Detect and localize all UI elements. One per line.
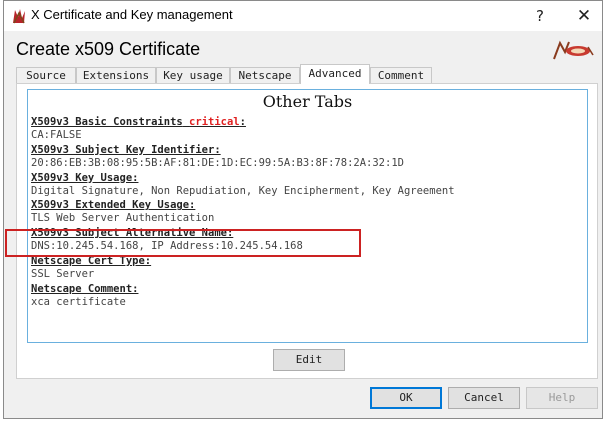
cancel-button[interactable]: Cancel: [448, 387, 520, 409]
help-button[interactable]: Help: [526, 387, 598, 409]
section-value-subject-key-identifier: 20:86:EB:3B:08:95:5B:AF:81:DE:1D:EC:99:5…: [31, 156, 404, 169]
certificate-app-icon: [13, 9, 25, 24]
xca-brand-logo-icon: [553, 40, 594, 60]
section-title-netscape-cert-type: Netscape Cert Type:: [31, 254, 152, 267]
help-title-button[interactable]: ?: [518, 1, 562, 31]
section-value-basic-constraints: CA:FALSE: [31, 129, 82, 141]
section-value-subject-alt-name: DNS:10.245.54.168, IP Address:10.245.54.…: [31, 240, 303, 253]
section-value-netscape-cert-type: SSL Server: [31, 267, 95, 280]
tab-key-usage[interactable]: Key usage: [156, 67, 230, 83]
advanced-tab-panel: Other Tabs X509v3 Basic Constraints crit…: [16, 83, 598, 379]
tab-netscape[interactable]: Netscape: [230, 67, 300, 83]
tab-source[interactable]: Source: [16, 67, 76, 83]
critical-label: critical: [189, 116, 240, 128]
section-title-extended-key-usage: X509v3 Extended Key Usage:: [31, 199, 196, 212]
tab-advanced[interactable]: Advanced: [300, 64, 370, 84]
close-title-button[interactable]: ✕: [562, 1, 606, 31]
edit-button[interactable]: Edit: [273, 349, 345, 371]
title-bar[interactable]: X Certificate and Key management ? ✕: [4, 1, 602, 31]
dialog-title: Create x509 Certificate: [16, 39, 201, 59]
window-title: X Certificate and Key management: [31, 7, 233, 22]
section-title-basic-constraints: X509v3 Basic Constraints critical:: [31, 116, 246, 128]
tab-comment[interactable]: Comment: [370, 67, 432, 83]
content-heading: Other Tabs: [262, 92, 353, 111]
ok-button[interactable]: OK: [370, 387, 442, 409]
section-title-netscape-comment: Netscape Comment:: [31, 282, 139, 295]
section-title-key-usage: X509v3 Key Usage:: [31, 171, 139, 184]
section-value-extended-key-usage: TLS Web Server Authentication: [31, 212, 215, 225]
dialog-window: X Certificate and Key management ? ✕ Cre…: [3, 0, 603, 419]
section-title-subject-alt-name: X509v3 Subject Alternative Name:: [31, 227, 234, 240]
section-title-subject-key-identifier: X509v3 Subject Key Identifier:: [31, 143, 221, 156]
tab-extensions[interactable]: Extensions: [76, 67, 156, 83]
section-value-key-usage: Digital Signature, Non Repudiation, Key …: [31, 184, 455, 197]
section-value-netscape-comment: xca certificate: [31, 295, 126, 308]
extensions-text-view[interactable]: Other Tabs X509v3 Basic Constraints crit…: [27, 89, 588, 343]
